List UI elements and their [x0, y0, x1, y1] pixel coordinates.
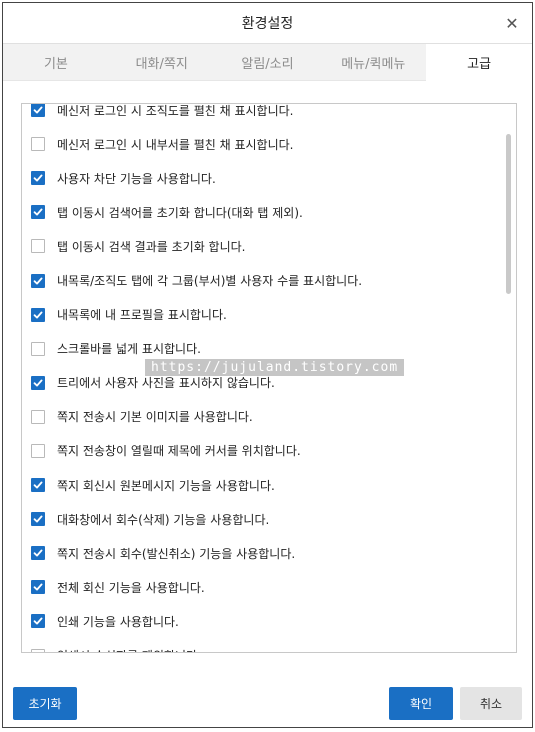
cancel-button[interactable]: 취소	[460, 687, 522, 720]
option-label: 트리에서 사용자 사진을 표시하지 않습니다.	[57, 376, 275, 391]
title-bar: 환경설정 ✕	[3, 3, 532, 43]
option-item[interactable]: 탭 이동시 검색어를 초기화 합니다(대화 탭 제외).	[22, 195, 516, 229]
dialog-title: 환경설정	[241, 16, 294, 32]
watermark: https://jujuland.tistory.com	[145, 359, 405, 376]
tab-alert-sound[interactable]: 알림/소리	[215, 44, 321, 80]
check-icon	[33, 515, 43, 523]
checkbox-checked[interactable]	[31, 478, 45, 493]
checkbox-checked[interactable]	[31, 307, 45, 322]
option-item[interactable]: 내목록/조직도 탭에 각 그룹(부서)별 사용자 수를 표시합니다.	[22, 263, 516, 297]
checkbox-checked[interactable]	[31, 104, 45, 118]
checkbox-unchecked[interactable]	[31, 648, 45, 652]
option-label: 메신저 로그인 시 조직도를 펼친 채 표시합니다.	[57, 103, 294, 118]
reset-button[interactable]: 초기화	[13, 687, 77, 720]
tab-menu-quickmenu[interactable]: 메뉴/퀵메뉴	[320, 44, 426, 80]
advanced-options-list: 메신저 로그인 시 조직도를 펼친 채 표시합니다. 메신저 로그인 시 내부서를…	[21, 103, 517, 653]
option-item[interactable]: 메신저 로그인 시 내부서를 펼친 채 표시합니다.	[22, 127, 516, 161]
checkbox-checked[interactable]	[31, 512, 45, 527]
option-item[interactable]: 인쇄시 수신자를 제외합니다.	[22, 639, 516, 652]
option-label: 사용자 차단 기능을 사용합니다.	[57, 171, 216, 186]
option-label: 탭 이동시 검색 결과를 초기화 합니다.	[57, 239, 246, 254]
close-button[interactable]: ✕	[502, 13, 522, 33]
option-item[interactable]: 쪽지 전송시 기본 이미지를 사용합니다.	[22, 400, 516, 434]
check-icon	[33, 379, 43, 387]
option-item[interactable]: 메신저 로그인 시 조직도를 펼친 채 표시합니다.	[22, 103, 516, 127]
option-item[interactable]: 대화창에서 회수(삭제) 기능을 사용합니다.	[22, 502, 516, 536]
checkbox-checked[interactable]	[31, 273, 45, 288]
option-item[interactable]: 사용자 차단 기능을 사용합니다.	[22, 161, 516, 195]
check-icon	[33, 311, 43, 319]
option-label: 쪽지 전송창이 열릴때 제목에 커서를 위치합니다.	[57, 444, 301, 459]
option-item[interactable]: 탭 이동시 검색 결과를 초기화 합니다.	[22, 229, 516, 263]
options-scroll-content: 메신저 로그인 시 조직도를 펼친 채 표시합니다. 메신저 로그인 시 내부서를…	[22, 103, 516, 652]
option-item[interactable]: 내목록에 내 프로필을 표시합니다.	[22, 298, 516, 332]
option-label: 메신저 로그인 시 내부서를 펼친 채 표시합니다.	[57, 137, 294, 152]
check-icon	[33, 617, 43, 625]
checkbox-unchecked[interactable]	[31, 239, 45, 254]
settings-dialog: 환경설정 ✕ 기본 대화/쪽지 알림/소리 메뉴/퀵메뉴 고급 메신저 로그인 시 조직…	[2, 2, 533, 728]
checkbox-checked[interactable]	[31, 171, 45, 186]
checkbox-checked[interactable]	[31, 375, 45, 390]
check-icon	[33, 277, 43, 285]
checkbox-unchecked[interactable]	[31, 137, 45, 152]
option-label: 탭 이동시 검색어를 초기화 합니다(대화 탭 제외).	[57, 205, 303, 220]
checkbox-checked[interactable]	[31, 205, 45, 220]
option-label: 스크롤바를 넓게 표시합니다.	[57, 342, 201, 357]
option-label: 인쇄시 수신자를 제외합니다.	[57, 647, 201, 652]
checkbox-unchecked[interactable]	[31, 409, 45, 424]
option-item[interactable]: 쪽지 회신시 원본메시지 기능을 사용합니다.	[22, 468, 516, 502]
option-label: 내목록/조직도 탭에 각 그룹(부서)별 사용자 수를 표시합니다.	[57, 274, 363, 289]
scrollbar-thumb[interactable]	[506, 134, 511, 294]
option-label: 대화창에서 회수(삭제) 기능을 사용합니다.	[57, 512, 270, 527]
check-icon	[33, 481, 43, 489]
option-item[interactable]: 전체 회신 기능을 사용합니다.	[22, 570, 516, 604]
check-icon	[33, 208, 43, 216]
tab-chat-note[interactable]: 대화/쪽지	[109, 44, 215, 80]
option-item[interactable]: 인쇄 기능을 사용합니다.	[22, 604, 516, 638]
checkbox-unchecked[interactable]	[31, 341, 45, 356]
option-label: 인쇄 기능을 사용합니다.	[57, 614, 179, 629]
check-icon	[33, 174, 43, 182]
close-icon: ✕	[505, 13, 519, 33]
option-label: 쪽지 전송시 회수(발신취소) 기능을 사용합니다.	[57, 546, 296, 561]
option-label: 쪽지 회신시 원본메시지 기능을 사용합니다.	[57, 478, 275, 493]
check-icon	[33, 549, 43, 557]
tab-basic[interactable]: 기본	[3, 44, 109, 80]
option-label: 내목록에 내 프로필을 표시합니다.	[57, 308, 227, 323]
tab-bar: 기본 대화/쪽지 알림/소리 메뉴/퀵메뉴 고급	[3, 43, 532, 81]
checkbox-unchecked[interactable]	[31, 443, 45, 458]
check-icon	[33, 583, 43, 591]
tab-advanced[interactable]: 고급	[426, 44, 532, 81]
check-icon	[33, 106, 43, 114]
checkbox-checked[interactable]	[31, 580, 45, 595]
option-item[interactable]: 쪽지 전송창이 열릴때 제목에 커서를 위치합니다.	[22, 434, 516, 468]
ok-button[interactable]: 확인	[389, 687, 453, 720]
option-label: 전체 회신 기능을 사용합니다.	[57, 580, 205, 595]
option-item[interactable]: 쪽지 전송시 회수(발신취소) 기능을 사용합니다.	[22, 536, 516, 570]
checkbox-checked[interactable]	[31, 614, 45, 629]
option-label: 쪽지 전송시 기본 이미지를 사용합니다.	[57, 410, 253, 425]
checkbox-checked[interactable]	[31, 546, 45, 561]
